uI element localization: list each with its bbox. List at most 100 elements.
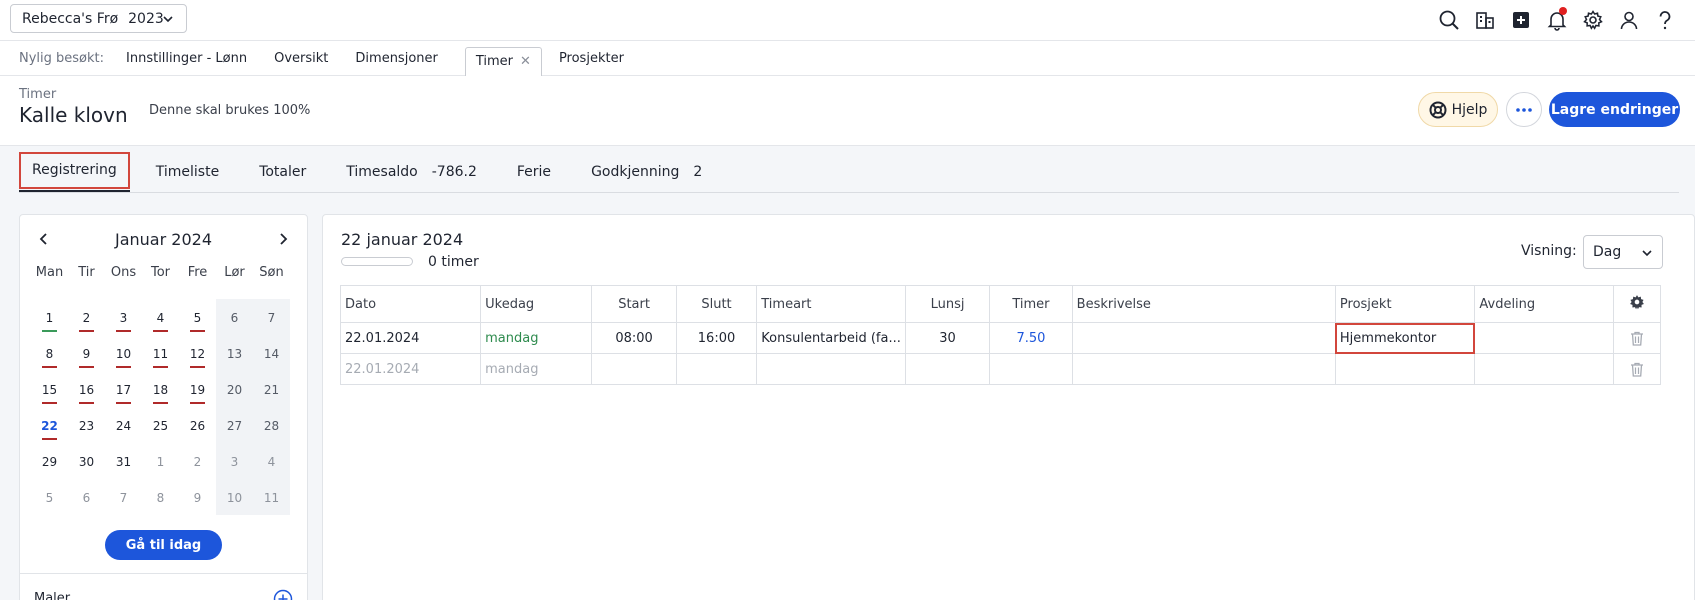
calendar-day[interactable]: 10 [216,479,253,515]
column-settings[interactable] [1613,285,1661,323]
calendar-day[interactable]: 4 [253,443,290,479]
column-header-start[interactable]: Start [591,285,677,323]
search-icon[interactable] [1436,7,1461,32]
tab-timeliste[interactable]: Timeliste [142,151,233,193]
calendar-day[interactable]: 18 [142,371,179,407]
breadcrumb[interactable]: Timer [19,87,56,102]
tab-totaler[interactable]: Totaler [245,151,320,193]
calendar-day[interactable]: 5 [179,299,216,335]
delete-row-button[interactable] [1613,322,1661,354]
recent-tab-timer[interactable]: Timer ✕ [464,46,542,76]
tab-ferie[interactable]: Ferie [503,151,565,193]
calendar-day[interactable]: 4 [142,299,179,335]
calendar-day[interactable]: 20 [216,371,253,407]
calendar-day[interactable]: 2 [179,443,216,479]
add-circle-icon[interactable] [273,589,293,600]
calendar-day[interactable]: 29 [31,443,68,479]
recent-item-innstillinger[interactable]: Innstillinger - Lønn [126,51,247,66]
close-icon[interactable]: ✕ [520,54,531,69]
calendar-day[interactable]: 30 [68,443,105,479]
cell-timeart[interactable]: Konsulentarbeid (fa... [756,322,906,354]
calendar-day[interactable]: 26 [179,407,216,443]
calendar-day[interactable]: 15 [31,371,68,407]
go-to-today-button[interactable]: Gå til idag [105,530,222,560]
gear-icon[interactable] [1629,294,1645,310]
cell-slutt[interactable] [675,353,758,385]
help-button[interactable]: Hjelp [1418,92,1498,127]
calendar-day[interactable]: 17 [105,371,142,407]
calendar-day[interactable]: 11 [142,335,179,371]
bell-icon[interactable] [1544,7,1569,32]
calendar-day[interactable]: 6 [68,479,105,515]
chevron-right-icon[interactable] [276,232,290,246]
calendar-day[interactable]: 28 [253,407,290,443]
building-icon[interactable] [1472,7,1497,32]
trash-icon[interactable] [1630,362,1644,377]
column-header-ukedag[interactable]: Ukedag [480,285,593,323]
calendar-day[interactable]: 11 [253,479,290,515]
cell-slutt[interactable]: 16:00 [675,322,758,354]
calendar-day[interactable]: 7 [105,479,142,515]
user-icon[interactable] [1616,7,1641,32]
cell-start[interactable]: 08:00 [591,322,677,354]
tab-timesaldo[interactable]: Timesaldo -786.2 [332,151,491,193]
calendar-day[interactable]: 8 [31,335,68,371]
calendar-day[interactable]: 23 [68,407,105,443]
calendar-day[interactable]: 27 [216,407,253,443]
more-options-button[interactable] [1506,92,1542,127]
cell-lunsj[interactable] [904,353,991,385]
calendar-day[interactable]: 21 [253,371,290,407]
calendar-day[interactable]: 6 [216,299,253,335]
cell-prosjekt[interactable] [1334,353,1476,385]
column-header-beskrivelse[interactable]: Beskrivelse [1071,285,1336,323]
column-header-avdeling[interactable]: Avdeling [1474,285,1615,323]
table-row[interactable]: 22.01.2024 mandag [339,353,1661,385]
calendar-day[interactable]: 1 [31,299,68,335]
calendar-day[interactable]: 25 [142,407,179,443]
column-header-lunsj[interactable]: Lunsj [904,285,991,323]
cell-prosjekt[interactable]: Hjemmekontor [1334,322,1476,354]
calendar-day[interactable]: 16 [68,371,105,407]
plus-square-icon[interactable] [1508,7,1533,32]
calendar-day[interactable]: 3 [105,299,142,335]
calendar-day[interactable]: 1 [142,443,179,479]
calendar-day[interactable]: 13 [216,335,253,371]
cell-timeart[interactable] [756,353,906,385]
calendar-day[interactable]: 9 [179,479,216,515]
help-icon[interactable] [1652,7,1677,32]
cell-avdeling[interactable] [1474,322,1615,354]
cell-dato[interactable]: 22.01.2024 [339,353,482,385]
column-header-timer[interactable]: Timer [989,285,1073,323]
tab-registrering[interactable]: Registrering [19,151,130,192]
calendar-day[interactable]: 7 [253,299,290,335]
gear-icon[interactable] [1580,7,1605,32]
view-select[interactable]: Dag [1583,235,1663,269]
column-header-dato[interactable]: Dato [339,285,482,323]
calendar-day[interactable]: 5 [31,479,68,515]
delete-row-button[interactable] [1613,353,1661,385]
column-header-prosjekt[interactable]: Prosjekt [1334,285,1476,323]
recent-item-prosjekter[interactable]: Prosjekter [559,51,624,66]
calendar-day[interactable]: 22 [31,407,68,443]
calendar-day[interactable]: 8 [142,479,179,515]
cell-dato[interactable]: 22.01.2024 [339,322,482,354]
calendar-day[interactable]: 31 [105,443,142,479]
company-selector[interactable]: Rebecca's Frø 2023 [10,4,187,33]
tab-godkjenning[interactable]: Godkjenning 2 [577,151,716,193]
cell-start[interactable] [591,353,677,385]
cell-avdeling[interactable] [1474,353,1615,385]
calendar-day[interactable]: 10 [105,335,142,371]
column-header-timeart[interactable]: Timeart [756,285,906,323]
recent-item-oversikt[interactable]: Oversikt [274,51,328,66]
cell-beskrivelse[interactable] [1071,322,1336,354]
calendar-day[interactable]: 12 [179,335,216,371]
trash-icon[interactable] [1630,331,1644,346]
calendar-day[interactable]: 3 [216,443,253,479]
calendar-day[interactable]: 19 [179,371,216,407]
calendar-day[interactable]: 9 [68,335,105,371]
cell-timer[interactable]: 7.50 [989,322,1073,354]
calendar-day[interactable]: 2 [68,299,105,335]
recent-item-dimensjoner[interactable]: Dimensjoner [355,51,437,66]
calendar-day[interactable]: 14 [253,335,290,371]
calendar-day[interactable]: 24 [105,407,142,443]
